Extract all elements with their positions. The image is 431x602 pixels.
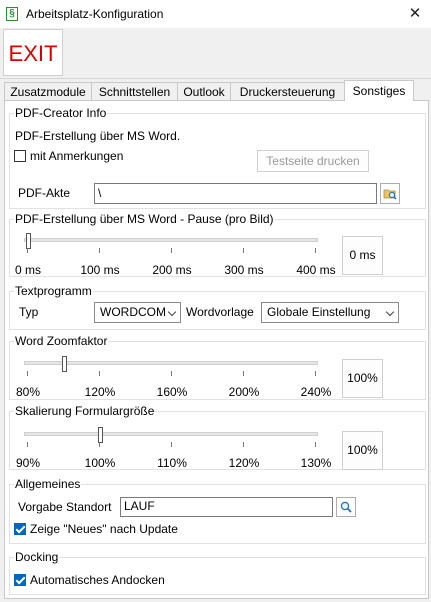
scaling-tick — [99, 442, 100, 447]
textprogramm-group-title: Textprogramm — [14, 284, 93, 298]
search-icon — [340, 501, 352, 513]
annotations-checkbox[interactable] — [14, 150, 26, 162]
zoom-slider-thumb[interactable] — [62, 356, 67, 372]
folder-browse-button[interactable] — [380, 183, 400, 204]
annotations-label: mit Anmerkungen — [30, 149, 124, 163]
scaling-tick-label: 110% — [157, 456, 187, 470]
auto-dock-checkbox[interactable] — [14, 574, 26, 586]
pause-group-title: PDF-Erstellung über MS Word - Pause (pro… — [14, 212, 275, 226]
pdf-akte-input[interactable]: \ — [94, 183, 377, 204]
zoom-tick-label: 80% — [15, 385, 41, 399]
exit-button[interactable]: EXIT — [3, 29, 63, 76]
pause-tick-label: 200 ms — [152, 263, 192, 277]
pause-tick — [171, 248, 172, 253]
pause-slider-thumb[interactable] — [26, 233, 31, 249]
standort-label: Vorgabe Standort — [18, 500, 112, 514]
zoom-tick-label: 120% — [84, 385, 116, 399]
typ-select-value: WORDCOM — [100, 305, 166, 319]
wordvorlage-label: Wordvorlage — [186, 305, 254, 319]
window-title: Arbeitsplatz-Konfiguration — [26, 7, 164, 21]
zoom-tick — [27, 371, 28, 376]
scaling-value-display: 100% — [342, 431, 383, 470]
news-checkbox[interactable] — [14, 523, 26, 535]
pdf-akte-label: PDF-Akte — [18, 186, 71, 200]
zoom-tick-label: 200% — [228, 385, 260, 399]
pause-tick-label: 400 ms — [296, 263, 336, 277]
pause-tick — [243, 248, 244, 253]
pdf-info-text: PDF-Erstellung über MS Word. — [15, 129, 181, 143]
pause-slider-track[interactable] — [24, 238, 318, 242]
tab-outlook[interactable]: Outlook — [177, 82, 231, 100]
scaling-tick — [171, 442, 172, 447]
tab-sonstiges[interactable]: Sonstiges — [344, 80, 414, 101]
scaling-tick-label: 120% — [228, 456, 260, 470]
pause-tick — [27, 248, 28, 253]
pause-tick-label: 100 ms — [80, 263, 120, 277]
zoom-tick — [99, 371, 100, 376]
close-icon[interactable]: ✕ — [404, 4, 426, 24]
typ-label: Typ — [19, 305, 39, 319]
app-icon: § — [6, 7, 18, 21]
pause-value-display: 0 ms — [342, 236, 383, 275]
tab-schnittstellen[interactable]: Schnittstellen — [91, 82, 178, 100]
pause-tick-label: 0 ms — [14, 263, 42, 277]
scaling-tick — [315, 442, 316, 447]
scaling-tick — [243, 442, 244, 447]
chevron-down-icon — [385, 307, 395, 317]
standort-search-button[interactable] — [336, 497, 356, 517]
wordvorlage-select-value: Globale Einstellung — [267, 305, 371, 319]
zoom-tick-label: 160% — [156, 385, 188, 399]
scaling-tick-label: 90% — [15, 456, 41, 470]
tab-zusatzmodule[interactable]: Zusatzmodule — [4, 82, 92, 100]
docking-group-title: Docking — [14, 550, 60, 564]
scaling-slider-thumb[interactable] — [98, 427, 103, 443]
toolbar-divider — [0, 78, 431, 79]
scaling-tick — [27, 442, 28, 447]
allgemeines-group-title: Allgemeines — [14, 477, 82, 491]
pdf-creator-group-title: PDF-Creator Info — [14, 106, 108, 120]
folder-search-icon — [383, 189, 397, 200]
zoom-tick — [243, 371, 244, 376]
zoom-group-title: Word Zoomfaktor — [14, 334, 109, 348]
scaling-tick-label: 100% — [84, 456, 116, 470]
zoom-tick — [315, 371, 316, 376]
standort-input[interactable]: LAUF — [120, 497, 333, 517]
typ-select[interactable]: WORDCOM — [94, 302, 181, 323]
zoom-value-display: 100% — [342, 359, 383, 398]
pause-tick — [99, 248, 100, 253]
news-label: Zeige "Neues" nach Update — [30, 522, 178, 536]
pause-tick — [315, 248, 316, 253]
tab-druckersteuerung[interactable]: Druckersteuerung — [230, 82, 345, 100]
pause-tick-label: 300 ms — [224, 263, 264, 277]
zoom-slider-track[interactable] — [24, 361, 318, 365]
zoom-tick-label: 240% — [300, 385, 332, 399]
wordvorlage-select[interactable]: Globale Einstellung — [261, 302, 399, 323]
zoom-tick — [171, 371, 172, 376]
scaling-group-title: Skalierung Formulargröße — [14, 404, 156, 418]
chevron-down-icon — [167, 307, 177, 317]
scaling-tick-label: 130% — [300, 456, 332, 470]
scaling-slider-track[interactable] — [24, 432, 318, 436]
auto-dock-label: Automatisches Andocken — [30, 573, 165, 587]
test-print-button[interactable]: Testseite drucken — [257, 150, 369, 172]
